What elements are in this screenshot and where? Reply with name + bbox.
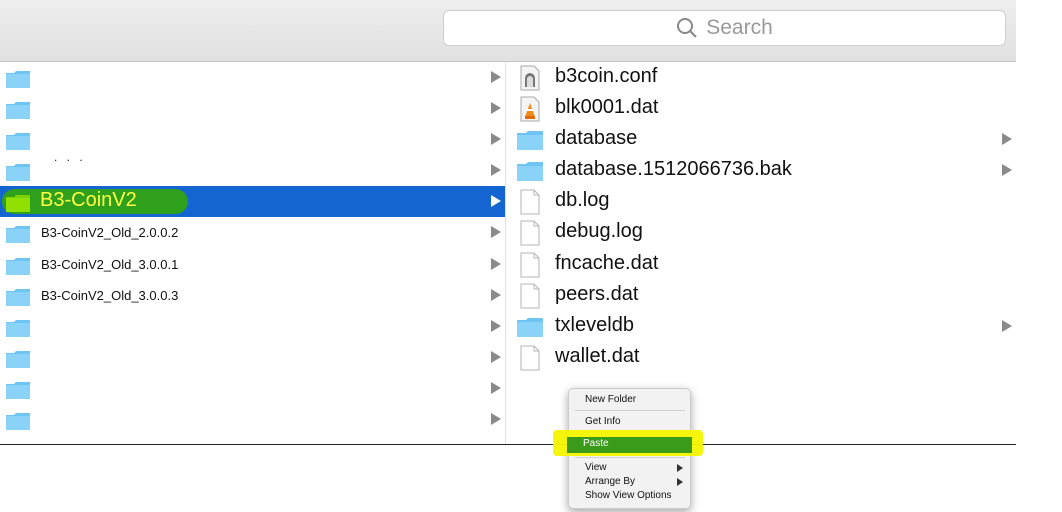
folder-icon [6, 195, 30, 212]
menu-item-get-info[interactable]: Get Info [569, 415, 690, 429]
parent-column: . . . B3-CoinV2 B3-CoinV2_Old_2.0.0.2 B3… [0, 62, 506, 445]
folder-row[interactable]: B3-CoinV2_Old_2.0.0.2 [0, 217, 505, 248]
menu-item-label: Arrange By [585, 476, 636, 487]
folder-row-selected[interactable]: B3-CoinV2 [0, 186, 505, 217]
document-icon [520, 189, 540, 215]
column-browser: . . . B3-CoinV2 B3-CoinV2_Old_2.0.0.2 B3… [0, 62, 1016, 445]
file-row[interactable]: debug.log [507, 217, 1016, 248]
folder-row[interactable]: . . . [0, 150, 505, 186]
chevron-right-icon [491, 133, 501, 145]
folder-label: B3-CoinV2 [40, 189, 137, 211]
file-row[interactable]: db.log [507, 186, 1016, 217]
file-name: debug.log [555, 220, 643, 242]
toolbar: Search [0, 0, 1016, 62]
menu-item-label: Paste [583, 438, 609, 449]
folder-row[interactable] [0, 62, 505, 93]
folder-icon [6, 289, 30, 306]
folder-icon [6, 382, 30, 399]
menu-separator [575, 410, 685, 411]
context-menu: New Folder Get Info Paste View Arrange B… [553, 388, 703, 509]
menu-separator [575, 457, 685, 458]
file-row[interactable]: peers.dat [507, 280, 1016, 311]
file-name: db.log [555, 189, 610, 211]
chevron-right-icon [1002, 320, 1012, 332]
folder-row[interactable]: database.1512066736.bak [507, 155, 1016, 186]
chevron-right-icon [491, 320, 501, 332]
document-icon [520, 345, 540, 371]
folder-icon [6, 258, 30, 275]
folder-row[interactable] [0, 373, 505, 404]
menu-item-show-view-options[interactable]: Show View Options [569, 489, 690, 503]
folder-row[interactable]: B3-CoinV2_Old_3.0.0.1 [0, 249, 505, 280]
folder-row[interactable]: database [507, 124, 1016, 155]
file-row[interactable]: wallet.dat [507, 342, 1016, 373]
file-name: b3coin.conf [555, 65, 658, 87]
file-name: database [555, 127, 638, 149]
vlc-icon [520, 96, 540, 122]
file-name: fncache.dat [555, 252, 659, 274]
chevron-right-icon [491, 351, 501, 363]
search-icon [677, 18, 697, 38]
conf-icon [520, 65, 540, 91]
folder-label: B3-CoinV2_Old_3.0.0.3 [41, 288, 179, 303]
chevron-right-icon [1002, 133, 1012, 145]
search-placeholder: Search [706, 16, 773, 39]
document-icon [520, 252, 540, 278]
folder-row[interactable] [0, 93, 505, 124]
menu-item-new-folder[interactable]: New Folder [569, 393, 690, 407]
chevron-right-icon [491, 258, 501, 270]
folder-row[interactable] [0, 311, 505, 342]
submenu-arrow-icon [677, 478, 683, 486]
chevron-right-icon [491, 195, 501, 207]
divider-line [0, 444, 1016, 445]
chevron-right-icon [491, 413, 501, 425]
folder-row[interactable]: B3-CoinV2_Old_3.0.0.3 [0, 280, 505, 311]
file-row[interactable]: fncache.dat [507, 249, 1016, 280]
file-row[interactable]: b3coin.conf [507, 62, 1016, 93]
file-name: wallet.dat [555, 345, 640, 367]
folder-row[interactable] [0, 342, 505, 373]
file-name: peers.dat [555, 283, 639, 305]
submenu-arrow-icon [677, 464, 683, 472]
search-field[interactable]: Search [443, 10, 1006, 46]
folder-icon [6, 413, 30, 430]
redaction-dots: . . . [54, 150, 86, 164]
file-name: database.1512066736.bak [555, 158, 792, 180]
folder-icon [517, 318, 543, 337]
chevron-right-icon [491, 226, 501, 238]
document-icon [520, 220, 540, 246]
menu-item-label: Get Info [585, 416, 621, 427]
chevron-right-icon [491, 71, 501, 83]
menu-item-view[interactable]: View [569, 461, 690, 475]
folder-label: B3-CoinV2_Old_3.0.0.1 [41, 257, 179, 272]
folder-icon [517, 162, 543, 181]
document-icon [520, 283, 540, 309]
folder-icon [6, 164, 30, 181]
folder-icon [6, 71, 30, 88]
chevron-right-icon [491, 289, 501, 301]
menu-item-label: View [585, 462, 607, 473]
folder-row[interactable]: txleveldb [507, 311, 1016, 342]
folder-label: B3-CoinV2_Old_2.0.0.2 [41, 225, 179, 240]
folder-icon [6, 226, 30, 243]
file-name: blk0001.dat [555, 96, 659, 118]
file-name: txleveldb [555, 314, 634, 336]
menu-item-paste[interactable]: Paste [567, 437, 692, 453]
chevron-right-icon [491, 382, 501, 394]
chevron-right-icon [1002, 164, 1012, 176]
file-row[interactable]: blk0001.dat [507, 93, 1016, 124]
folder-row[interactable] [0, 404, 505, 435]
chevron-right-icon [491, 164, 501, 176]
folder-icon [517, 131, 543, 150]
menu-item-label: New Folder [585, 394, 637, 405]
folder-icon [6, 102, 30, 119]
folder-icon [6, 320, 30, 337]
chevron-right-icon [491, 102, 501, 114]
folder-icon [6, 351, 30, 368]
menu-item-arrange-by[interactable]: Arrange By [569, 475, 690, 489]
folder-icon [6, 133, 30, 150]
menu-item-label: Show View Options [585, 490, 672, 501]
